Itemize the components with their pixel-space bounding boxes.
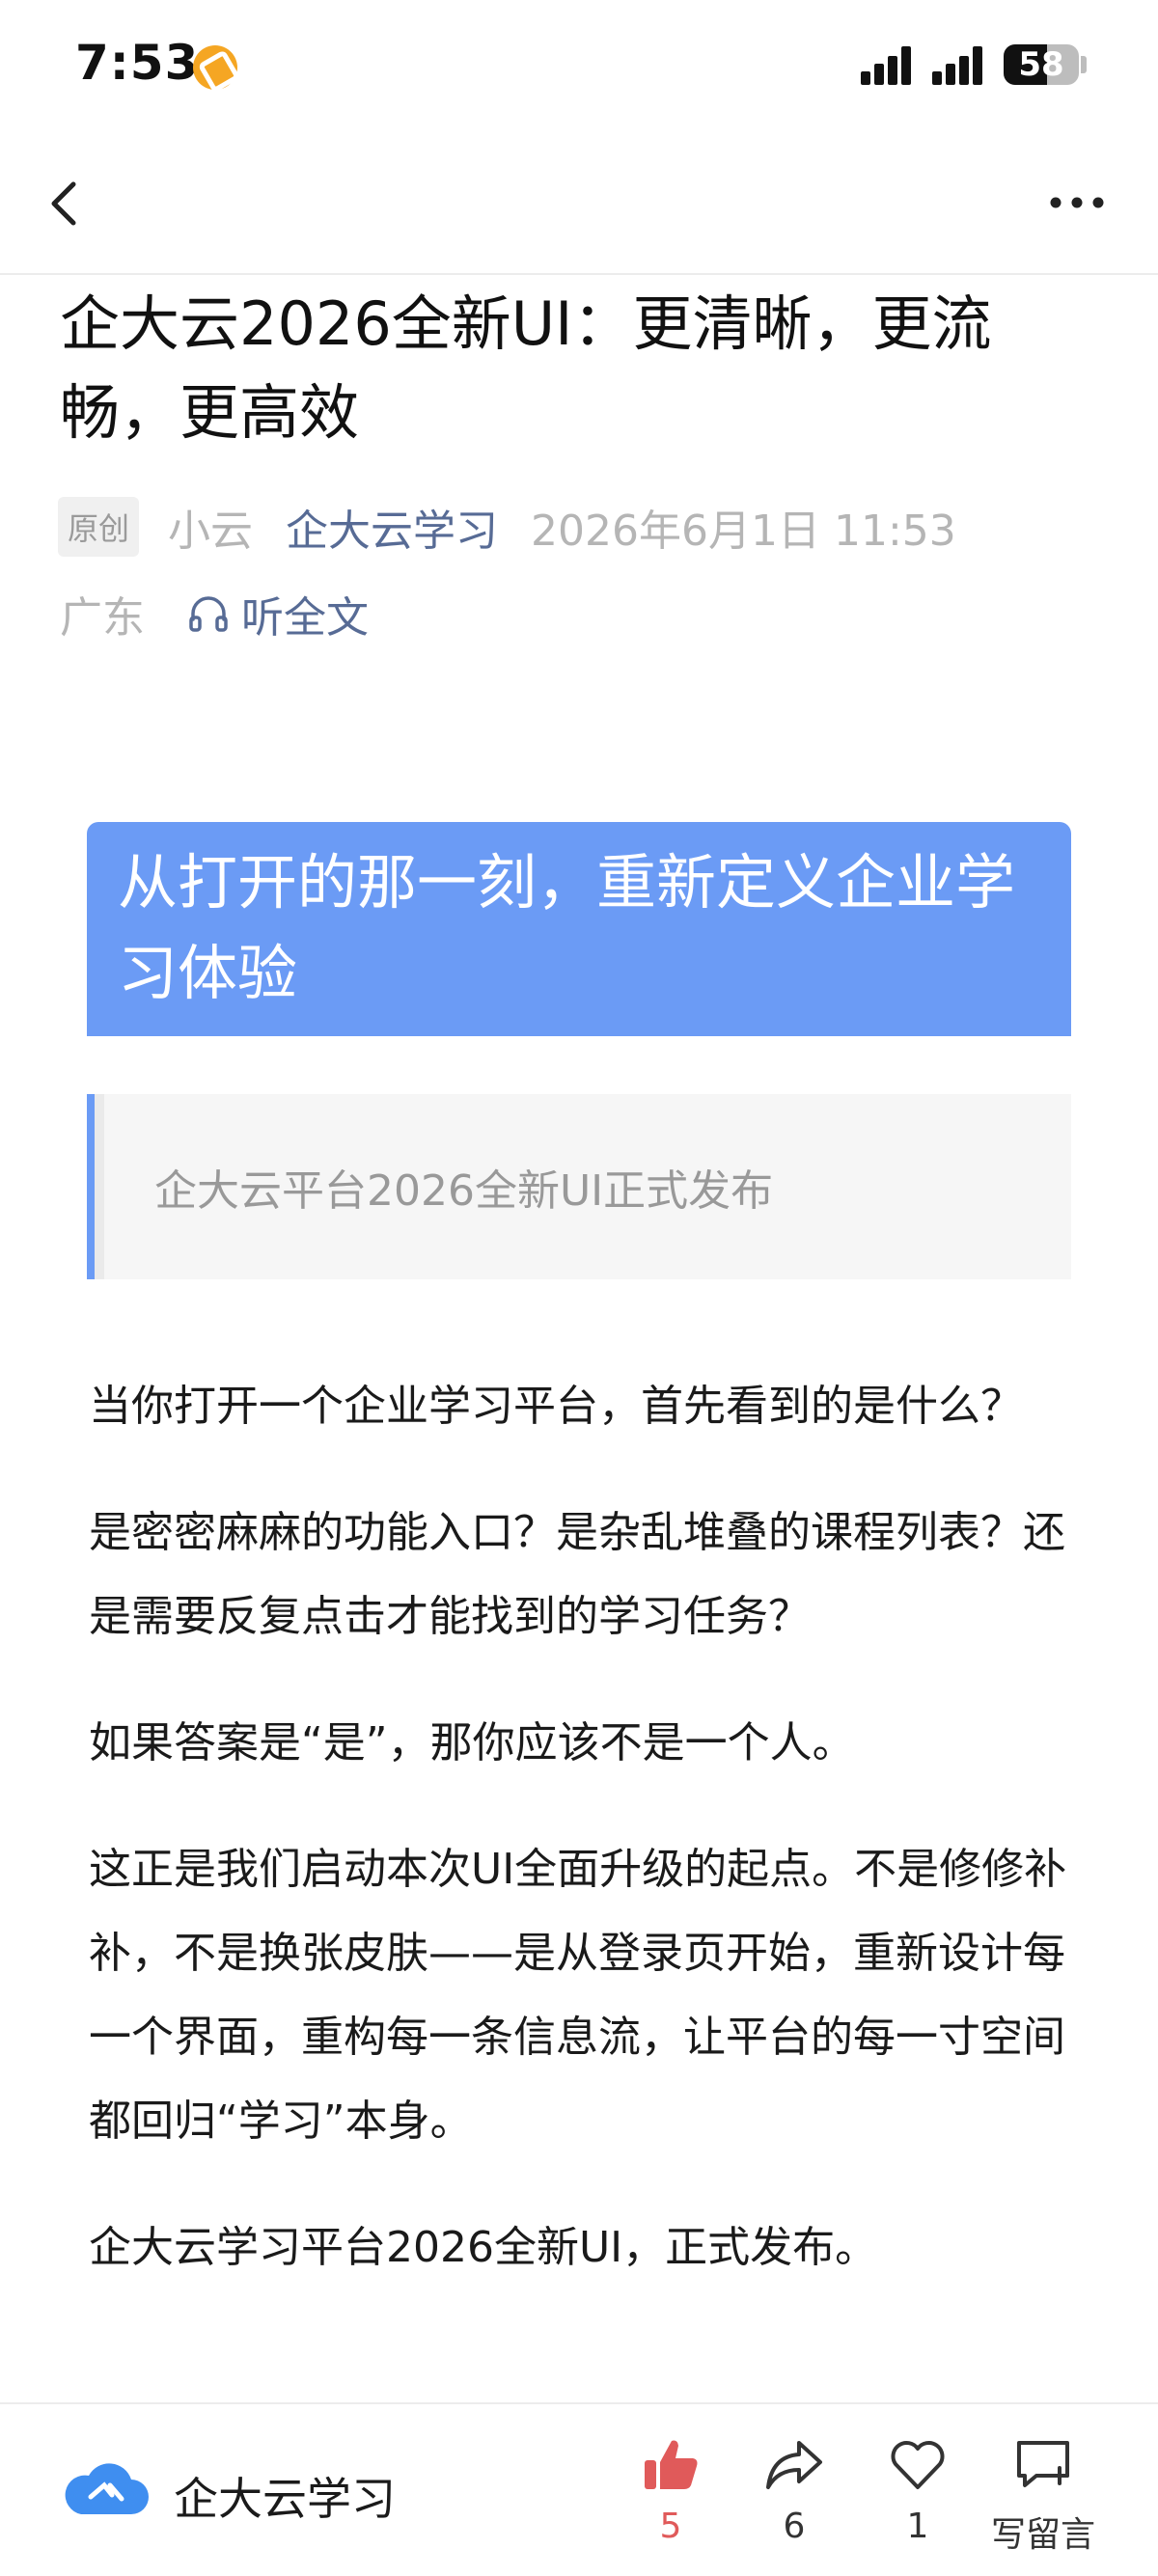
brand-name[interactable]: 企大云学习 bbox=[174, 2464, 396, 2528]
share-arrow-icon bbox=[766, 2441, 822, 2489]
paragraph: 企大云学习平台2026全新UI，正式发布。 bbox=[89, 2223, 878, 2272]
chevron-left-icon[interactable] bbox=[39, 177, 93, 231]
original-badge: 原创 bbox=[58, 497, 140, 557]
publish-region: 广东 bbox=[60, 593, 145, 643]
blockquote: 企大云平台2026全新UI正式发布 bbox=[87, 1094, 1071, 1279]
more-dots-icon[interactable] bbox=[1047, 178, 1107, 227]
comment-add-icon bbox=[1017, 2441, 1069, 2487]
listen-full-text-button[interactable]: 听全文 bbox=[187, 583, 369, 644]
thumbs-up-icon bbox=[645, 2440, 698, 2489]
battery-tip bbox=[1081, 56, 1087, 73]
status-bar: 7:53 58 bbox=[0, 0, 1158, 130]
favorite-button[interactable]: 1 bbox=[855, 2433, 980, 2568]
heart-icon bbox=[891, 2441, 945, 2489]
article-meta: 原创 小云 企大云学习 2026年6月1日 11:53 bbox=[58, 497, 956, 557]
like-count: 5 bbox=[659, 2507, 682, 2546]
hero-text: 从打开的那一刻，重新定义企业学习体验 bbox=[118, 847, 1016, 1008]
quote-accent-bar-light bbox=[95, 1094, 104, 1279]
status-time: 7:53 bbox=[75, 35, 200, 91]
listen-label: 听全文 bbox=[241, 593, 369, 643]
hero-banner: 从打开的那一刻，重新定义企业学习体验 bbox=[87, 822, 1071, 1036]
signal-strength-icon bbox=[861, 46, 923, 85]
notification-app-icon bbox=[193, 45, 237, 90]
paragraph: 是密密麻麻的功能入口？是杂乱堆叠的课程列表？还是需要反复点击才能找到的学习任务？ bbox=[89, 1508, 1065, 1641]
battery-level: 58 bbox=[1018, 45, 1064, 84]
comment-label: 写留言 bbox=[990, 2515, 1095, 2555]
account-link[interactable]: 企大云学习 bbox=[286, 496, 498, 558]
headphone-icon bbox=[189, 596, 228, 632]
quote-accent-bar bbox=[87, 1094, 95, 1279]
paragraph: 当你打开一个企业学习平台，首先看到的是什么？ bbox=[89, 1382, 1023, 1431]
article-body: 当你打开一个企业学习平台，首先看到的是什么？ 是密密麻麻的功能入口？是杂乱堆叠的… bbox=[89, 1364, 1083, 2332]
like-button[interactable]: 5 bbox=[608, 2433, 733, 2568]
signal-strength-icon-2 bbox=[932, 46, 994, 85]
paragraph: 如果答案是“是”，那你应该不是一个人。 bbox=[89, 1718, 855, 1768]
article-title: 企大云2026全新UI：更清晰，更流畅，更高效 bbox=[60, 288, 992, 448]
share-button[interactable]: 6 bbox=[731, 2433, 857, 2568]
favorite-count: 1 bbox=[906, 2507, 929, 2546]
paragraph: 这正是我们启动本次UI全面升级的起点。不是修修补补，不是换张皮肤——是从登录页开… bbox=[89, 1845, 1067, 2146]
publish-date: 2026年6月1日 11:53 bbox=[531, 507, 956, 556]
battery-icon: 58 bbox=[1004, 44, 1079, 85]
author-name: 小云 bbox=[168, 507, 254, 556]
write-comment-button[interactable]: 写留言 bbox=[980, 2433, 1106, 2568]
cloud-logo-icon[interactable] bbox=[62, 2456, 151, 2524]
quote-text: 企大云平台2026全新UI正式发布 bbox=[154, 1166, 774, 1216]
bottom-action-bar: 企大云学习 5 6 1 写留言 bbox=[0, 2402, 1158, 2576]
share-count: 6 bbox=[783, 2507, 806, 2546]
article-meta-2: 广东 听全文 bbox=[60, 585, 369, 643]
nav-bar bbox=[0, 130, 1158, 275]
